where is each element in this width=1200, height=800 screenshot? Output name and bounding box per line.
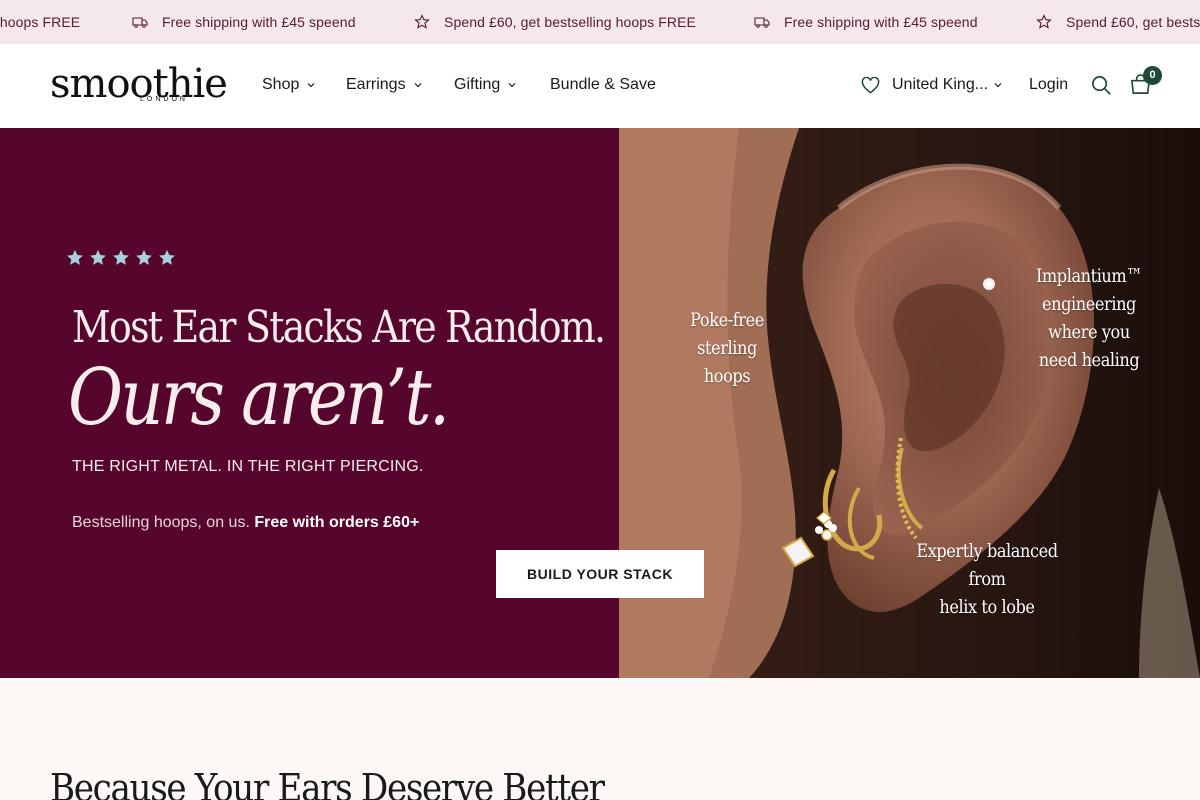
nav-shop[interactable]: Shop — [262, 76, 315, 94]
announcement-text: Free shipping with £45 speend — [162, 14, 356, 30]
ear-label-line: Expertly balanced from — [916, 540, 1058, 590]
country-selector[interactable]: United King... — [892, 76, 1002, 94]
ear-label-line: where you — [1048, 321, 1130, 343]
hero-ear-image: Poke-free sterling hoops Implantium™ eng… — [619, 128, 1200, 678]
hero-subhead: THE RIGHT METAL. IN THE RIGHT PIERCING. — [72, 458, 424, 475]
nav-earrings[interactable]: Earrings — [346, 76, 422, 94]
section-title: Because Your Ears Deserve Better — [50, 766, 605, 800]
star-icon — [136, 249, 152, 265]
announcement-text: Spend £60, get bestselling hoops FREE — [444, 14, 696, 30]
search-icon[interactable] — [1091, 75, 1112, 96]
star-icon — [67, 249, 83, 265]
nav-label: Earrings — [346, 76, 406, 93]
nav-gifting[interactable]: Gifting — [454, 76, 516, 94]
ear-label-line: Poke-free — [690, 309, 764, 331]
star-icon — [414, 14, 430, 29]
nav-label: Bundle & Save — [550, 76, 656, 93]
announcement-text: Spend £60, get bestselling hoops FREE — [1066, 14, 1200, 30]
hero-note-bold: Free with orders £60+ — [254, 514, 420, 531]
announcement-text: g hoops FREE — [0, 14, 81, 30]
announcement-text: Free shipping with £45 speend — [784, 14, 978, 30]
ear-label-balanced: Expertly balanced from helix to lobe — [898, 537, 1077, 621]
hero-headline-italic: Ours aren’t. — [68, 353, 450, 443]
heart-icon[interactable] — [861, 77, 880, 94]
ear-label-line: Implantium™ — [1035, 265, 1143, 287]
benefits-section: Because Your Ears Deserve Better — [0, 678, 1200, 800]
ear-label-line: engineering — [1042, 293, 1136, 315]
logo-subtitle: LONDON — [140, 96, 188, 103]
ear-label-line: hoops — [703, 365, 751, 387]
hero-note-prefix: Bestselling hoops, on us. — [72, 514, 250, 531]
announcement-bar: g hoops FREE Free shipping with £45 spee… — [0, 0, 1200, 44]
cart-count-badge: 0 — [1143, 66, 1162, 85]
ear-label-line: helix to lobe — [939, 596, 1035, 618]
chevron-down-icon — [994, 83, 1002, 88]
ear-label-implantium: Implantium™ engineering where you need h… — [1025, 262, 1153, 374]
chevron-down-icon — [414, 83, 422, 88]
star-icon — [159, 249, 175, 265]
login-label: Login — [1029, 76, 1069, 93]
ear-label-hoops: Poke-free sterling hoops — [686, 306, 768, 390]
truck-icon — [132, 17, 148, 28]
hero-offer-note: Bestselling hoops, on us. Free with orde… — [72, 514, 419, 532]
country-label: United King... — [892, 76, 989, 93]
logo-wordmark: smoothie — [50, 61, 228, 107]
chevron-down-icon — [307, 83, 315, 88]
nav-label: Shop — [262, 76, 300, 93]
hero-banner: Most Ear Stacks Are Random. Ours aren’t.… — [0, 128, 1200, 678]
site-header: smoothie LONDON Shop Earrings Gifting Bu… — [0, 44, 1200, 128]
star-icon — [90, 249, 106, 265]
truck-icon — [754, 17, 770, 28]
hero-headline: Most Ear Stacks Are Random. — [72, 302, 606, 353]
login-link[interactable]: Login — [1029, 76, 1068, 94]
logo[interactable]: smoothie LONDON — [50, 61, 228, 110]
nav-bundle-save[interactable]: Bundle & Save — [550, 76, 656, 94]
star-icon — [1036, 14, 1052, 29]
ear-label-line: need healing — [1038, 349, 1140, 371]
build-your-stack-button[interactable]: BUILD YOUR STACK — [496, 550, 704, 598]
star-icon — [113, 249, 129, 265]
chevron-down-icon — [508, 83, 516, 88]
ear-label-line: sterling — [697, 337, 757, 359]
rating-stars — [66, 249, 176, 267]
nav-label: Gifting — [454, 76, 501, 93]
